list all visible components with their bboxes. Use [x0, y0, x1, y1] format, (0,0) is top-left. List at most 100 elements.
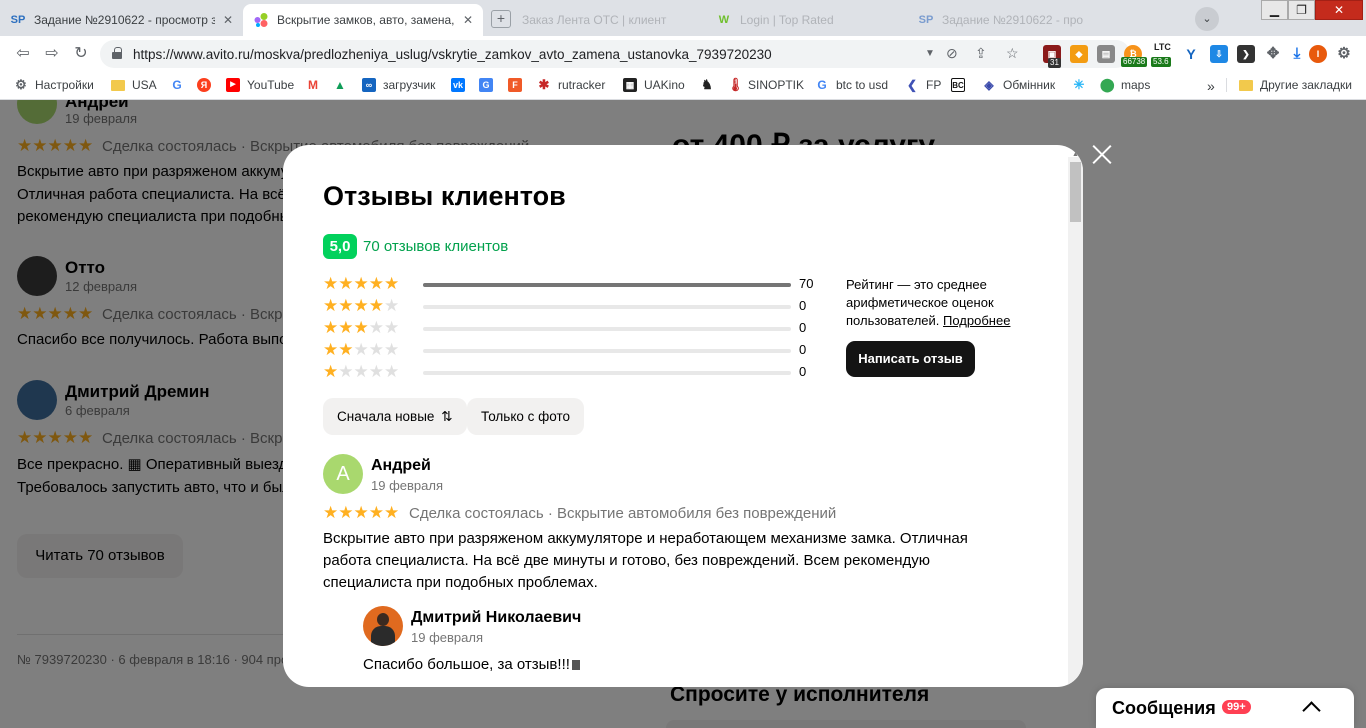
bookmark-star-icon[interactable]: ☆	[1006, 45, 1019, 62]
bookmark-label: загрузчик	[383, 78, 436, 92]
messenger-widget[interactable]: Сообщения 99+	[1096, 688, 1354, 728]
extension-y-icon[interactable]: Y	[1182, 45, 1200, 63]
bookmark-label: maps	[1121, 78, 1151, 92]
bookmark-label: rutracker	[558, 78, 606, 92]
write-review-button[interactable]: Написать отзыв	[846, 341, 975, 377]
reload-icon[interactable]: ↻	[70, 44, 92, 64]
bookmark-vk[interactable]: vk	[451, 78, 472, 92]
bookmark-snowflake[interactable]: ✳	[1072, 78, 1093, 92]
bookmark-maps[interactable]: ⬤ maps	[1100, 78, 1150, 92]
bookmark-f[interactable]: F	[508, 78, 529, 92]
bookmark-bc[interactable]: BC	[951, 78, 972, 92]
back-icon[interactable]: ⇦	[12, 44, 34, 64]
google-icon: G	[170, 78, 184, 92]
review-text: Вскрытие авто при разряжeном аккумулятор…	[323, 530, 968, 591]
tab-search-chevron-icon[interactable]: ⌄	[1195, 7, 1219, 31]
extensions-puzzle-icon[interactable]: ✥	[1264, 45, 1282, 63]
extension-download-icon[interactable]: ⇩	[1210, 45, 1228, 63]
scroll-up-icon[interactable]: ▲	[1072, 151, 1079, 158]
address-bar[interactable]: https://www.avito.ru/moskva/predlozheniy…	[100, 40, 1130, 68]
sort-arrows-icon: ⇅	[441, 409, 453, 424]
chevron-up-icon[interactable]	[1302, 698, 1318, 714]
bookmark-sinoptik[interactable]: 🌡 SINOPTIK	[727, 78, 804, 92]
chrome-menu-icon[interactable]: ⚙	[1335, 45, 1353, 63]
snowflake-icon: ✳	[1072, 77, 1086, 92]
window-close-icon[interactable]: ✕	[1315, 0, 1363, 20]
stars-icon: ★★★★★	[323, 274, 400, 293]
distribution-count: 70	[799, 276, 814, 291]
stars-icon: ★★★★★	[323, 296, 400, 315]
bookmark-settings[interactable]: ⚙ Настройки	[14, 77, 94, 93]
distribution-bar-track	[423, 305, 791, 309]
bookmark-fp[interactable]: ❮ FP	[905, 78, 941, 92]
bookmarks-more-button[interactable]: »	[1207, 78, 1215, 94]
sort-newest-button[interactable]: Сначала новые ⇅	[323, 398, 467, 435]
tab-order[interactable]: Заказ Лента ОТС | клиент	[512, 4, 702, 36]
tab-title: Задание №2910622 - про	[942, 13, 1084, 27]
bitcoin-badge: 66738	[1121, 57, 1148, 67]
bookmark-usa[interactable]: USA	[111, 78, 157, 92]
browser-toolbar: ⇦ ⇨ ↻ https://www.avito.ru/moskva/predlo…	[0, 36, 1366, 72]
photo-only-filter[interactable]: Только с фото	[467, 398, 584, 435]
extension-arrow-icon[interactable]: ❯	[1237, 45, 1255, 63]
upwork-favicon-icon: W	[718, 14, 730, 26]
bookmark-drive[interactable]: ▲	[333, 78, 354, 92]
bookmark-loader[interactable]: ∞ загрузчик	[362, 78, 435, 92]
review-meta: Сделка состоялась · Вскрытие автомобиля …	[409, 505, 837, 522]
scroll-down-icon[interactable]: ▼	[1072, 680, 1079, 687]
tab-login[interactable]: W Login | Top Rated	[706, 4, 906, 36]
bookmark-gmail[interactable]: M	[306, 78, 327, 92]
reviews-modal: Отзывы клиентов 5,0 70 отзывов клиентов …	[283, 145, 1083, 687]
gear-icon: ⚙	[15, 77, 27, 92]
share-icon[interactable]: ⇪	[975, 45, 987, 62]
bookmark-label: Другие закладки	[1260, 78, 1352, 92]
bookmark-google[interactable]: G	[170, 78, 191, 92]
distribution-bar-track	[423, 349, 791, 353]
bookmark-label: Настройки	[35, 78, 94, 92]
yandex-icon: Я	[197, 78, 211, 92]
extension-brave-icon[interactable]: ◆	[1070, 45, 1088, 63]
distribution-count: 0	[799, 342, 807, 357]
url-text[interactable]: https://www.avito.ru/moskva/predlozheniy…	[133, 47, 772, 62]
dropdown-icon[interactable]: ▼	[925, 48, 935, 59]
reply-date: 19 февраля	[411, 630, 483, 645]
close-tab-icon[interactable]: ✕	[463, 13, 473, 27]
restore-icon[interactable]: ❐	[1288, 0, 1315, 20]
bookmark-yandex[interactable]: Я	[197, 78, 218, 92]
distribution-bar-track	[423, 327, 791, 331]
rating-note: Рейтинг — это среднее арифметическое оце…	[846, 276, 1036, 330]
bookmark-rutracker[interactable]: ✱ rutracker	[537, 78, 605, 92]
emoji-icon	[571, 660, 580, 670]
tab-title: Login | Top Rated	[740, 13, 834, 27]
bookmark-translate[interactable]: G	[479, 78, 500, 92]
close-tab-icon[interactable]: ✕	[223, 13, 233, 27]
profile-avatar[interactable]: I	[1309, 45, 1327, 63]
downloads-icon[interactable]: ⤓	[1288, 45, 1306, 63]
rating-more-link[interactable]: Подробнее	[943, 313, 1010, 328]
bookmark-chess[interactable]: ♞	[700, 78, 721, 92]
link-icon: ∞	[362, 78, 376, 92]
extension-briefcase-icon[interactable]: ▤	[1097, 45, 1115, 63]
blocked-icon[interactable]: ⊘	[946, 45, 958, 62]
other-bookmarks[interactable]: Другие закладки	[1226, 78, 1352, 92]
lock-icon	[112, 47, 122, 59]
bookmark-youtube[interactable]: ▶ YouTube	[226, 78, 294, 92]
bookmark-exchange[interactable]: ◈ Обмінник	[982, 78, 1055, 92]
tab-strip: SP Задание №2910622 - просмотр з ✕ Вскры…	[0, 0, 1366, 36]
scrollbar-thumb[interactable]	[1070, 162, 1081, 222]
sp-favicon-icon: SP	[10, 14, 26, 26]
stars-icon: ★★★★★	[323, 340, 400, 359]
new-tab-button[interactable]: +	[491, 10, 511, 28]
forward-icon[interactable]: ⇨	[41, 44, 63, 64]
minimize-icon[interactable]: ▁	[1261, 0, 1288, 20]
close-icon[interactable]	[1091, 143, 1113, 165]
distribution-count: 0	[799, 298, 807, 313]
reviews-count-link[interactable]: 70 отзывов клиентов	[363, 238, 508, 255]
tab-avito[interactable]: Вскрытие замков, авто, замена, у ✕	[243, 4, 483, 36]
stars-rating: ★★★★★	[323, 503, 400, 522]
tab-task-1[interactable]: SP Задание №2910622 - просмотр з ✕	[0, 4, 243, 36]
bookmark-uakino[interactable]: ▦ UAKino	[623, 78, 685, 92]
bookmark-btc[interactable]: Gbtc to usd	[815, 78, 888, 92]
tab-task-2[interactable]: SP Задание №2910622 - про	[908, 4, 1113, 36]
modal-scrollbar[interactable]: ▲ ▼	[1068, 151, 1083, 687]
